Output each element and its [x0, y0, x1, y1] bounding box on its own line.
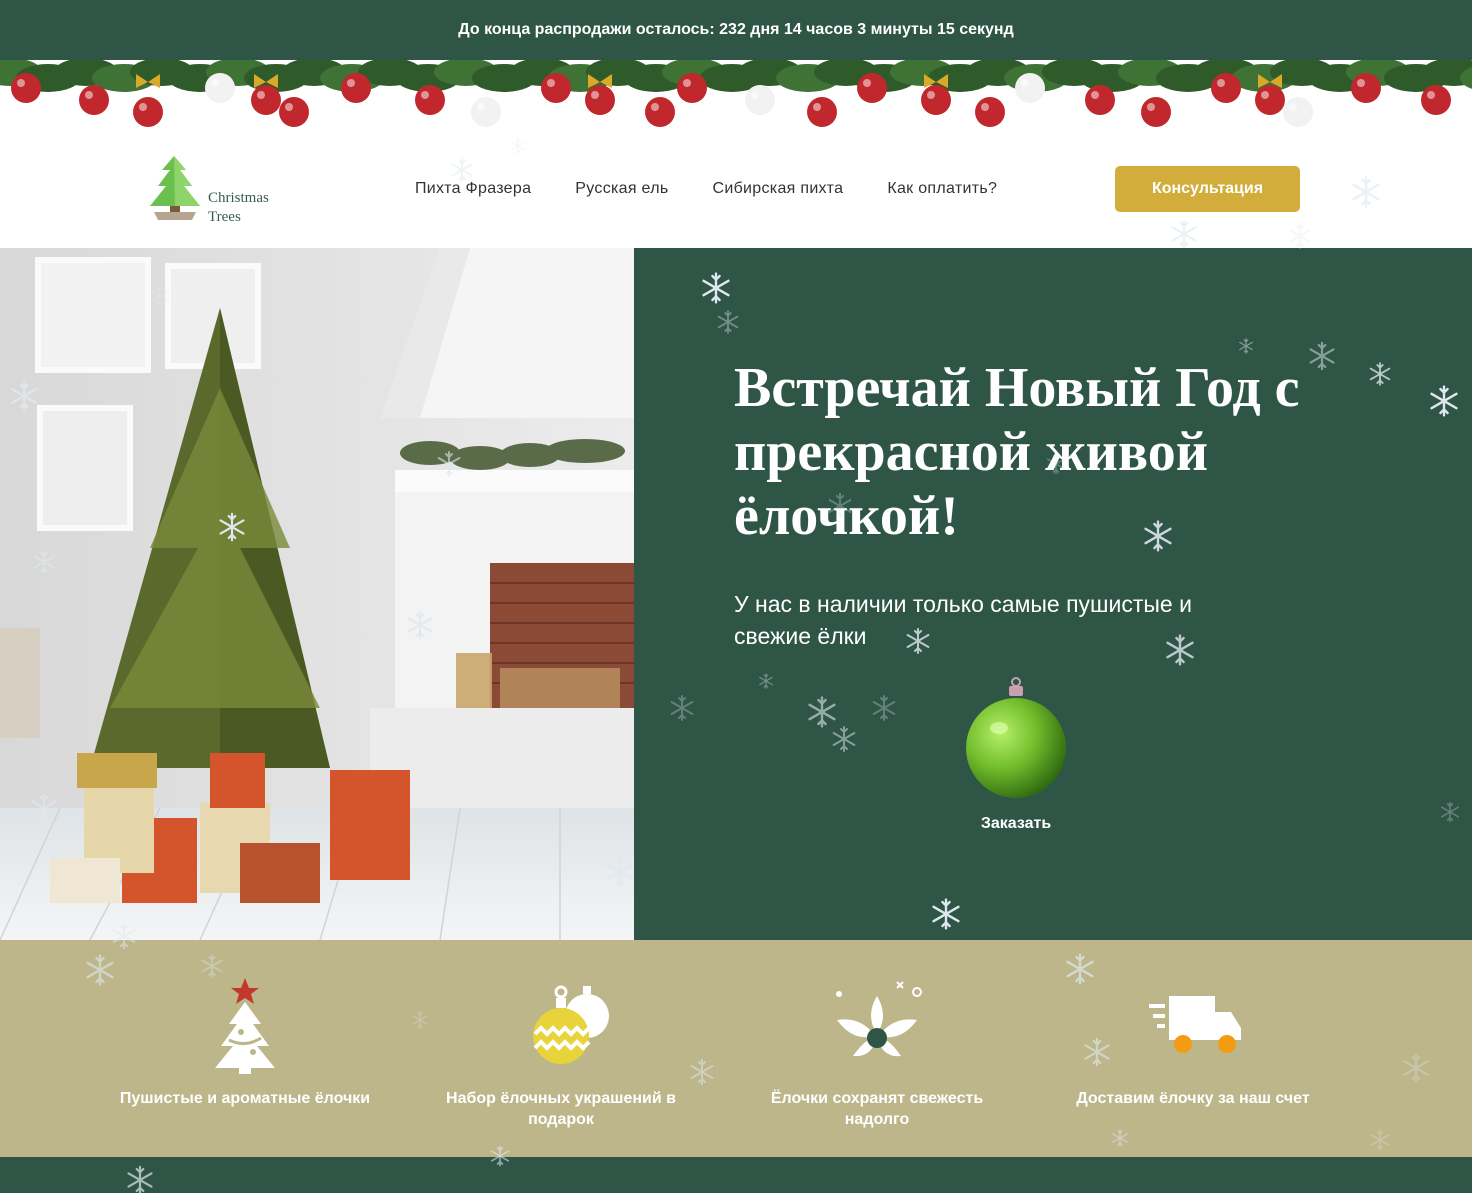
feature-item: Пушистые и ароматные ёлочки [115, 976, 375, 1109]
logo-line2: Trees [208, 209, 241, 225]
hero-title: Встречай Новый Год с прекрасной живой ёл… [734, 357, 1300, 547]
sale-countdown-bar: До конца распродажи осталось: 232 дня 14… [0, 0, 1472, 60]
nav-item-russian-spruce[interactable]: Русская ель [553, 178, 690, 200]
logo-line1: Christmas [208, 190, 269, 206]
christmas-ball-icon [966, 677, 1066, 798]
footer-band [0, 1157, 1472, 1193]
nav-item-siberian-fir[interactable]: Сибирская пихта [691, 178, 866, 200]
nav-item-fraser-fir[interactable]: Пихта Фразера [393, 178, 553, 200]
features-section: Пушистые и ароматные ёлочки Набор ёлочны… [0, 940, 1472, 1157]
ornaments-icon [533, 985, 609, 1064]
christmas-tree-icon [150, 156, 200, 220]
site-header: Christmas Trees Пихта Фразера Русская ел… [0, 140, 1472, 248]
feature-label: Пушистые и ароматные ёлочки [119, 1090, 371, 1107]
garland-decoration [0, 60, 1472, 140]
hero-panel: Встречай Новый Год с прекрасной живой ёл… [634, 248, 1472, 940]
order-label: Заказать [980, 815, 1052, 832]
flower-icon [836, 981, 922, 1057]
hero-photo [0, 248, 634, 940]
feature-label: Набор ёлочных украшений в подарок [446, 1090, 676, 1128]
delivery-truck-icon [1149, 996, 1241, 1053]
feature-label: Доставим ёлочку за наш счет [1076, 1090, 1310, 1107]
feature-item: Доставим ёлочку за наш счет [1063, 976, 1323, 1109]
hero-subtitle: У нас в наличии только самые пушистые и … [734, 591, 1192, 649]
consultation-button[interactable]: Консультация [1115, 166, 1300, 212]
main-nav: Пихта Фразера Русская ель Сибирская пихт… [393, 178, 1019, 200]
order-button[interactable]: Заказать [956, 676, 1076, 833]
sale-countdown-text: До конца распродажи осталось: 232 дня 14… [458, 21, 1014, 38]
feature-label: Ёлочки сохранят свежесть надолго [770, 1090, 984, 1128]
decorated-tree-icon [215, 978, 275, 1074]
feature-item: Ёлочки сохранят свежесть надолго [747, 976, 1007, 1130]
logo[interactable]: Christmas Trees [146, 154, 296, 225]
feature-item: Набор ёлочных украшений в подарок [431, 976, 691, 1130]
nav-item-payment[interactable]: Как оплатить? [865, 178, 1019, 200]
